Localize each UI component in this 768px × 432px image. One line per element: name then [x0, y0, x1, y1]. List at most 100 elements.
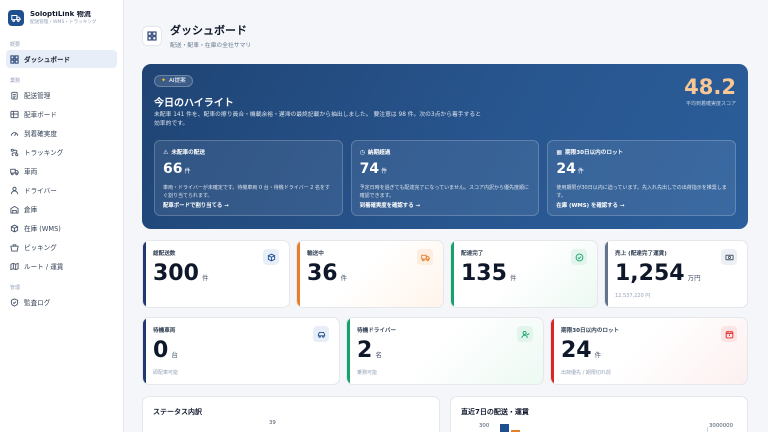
card-unit: 件	[577, 168, 584, 175]
stat-unit: 件	[201, 274, 209, 282]
y-axis-tick-left: 300	[479, 423, 490, 429]
stat-unit: 件	[594, 351, 602, 359]
sidebar-item-delivery[interactable]: 配送管理	[6, 86, 117, 104]
stat-footnote: 12,537,220 円	[615, 293, 651, 299]
assign-on-board-link[interactable]: 配車ボードで割り当てる →	[163, 201, 229, 209]
stat-value: 36	[307, 261, 338, 286]
card-description: 車両・ドライバーが未確定です。待機車両 0 台・待機ドライバー 2 名をすぐ割り…	[163, 185, 331, 199]
sidebar-item-dispatch-board[interactable]: 配車ボード	[6, 105, 117, 123]
calendar-icon: ▦	[556, 148, 563, 156]
truck-icon	[10, 167, 19, 176]
nav-section-admin: 管理	[10, 285, 21, 291]
sidebar-item-tracking[interactable]: トラッキング	[6, 143, 117, 161]
stat-total-deliveries[interactable]: 総配送数 300 件	[142, 240, 290, 308]
sidebar-item-label: トラッキング	[24, 149, 64, 157]
box-icon	[10, 224, 19, 233]
sidebar-item-dashboard[interactable]: ダッシュボード	[6, 50, 117, 68]
sidebar-item-drivers[interactable]: ドライバー	[6, 181, 117, 199]
check-circle-icon	[571, 249, 587, 265]
ai-suggestion-badge: ✦ AI提案	[154, 75, 193, 87]
score-label: 平均到着確実度スコア	[685, 101, 736, 107]
card-description: 使用期限が30日以内に迫っています。先入れ先出しでの出荷指示を推奨します。	[556, 185, 727, 199]
stat-unit: 件	[340, 274, 348, 282]
calendar-alert-icon	[721, 326, 737, 342]
stat-in-transit[interactable]: 輸送中 36 件	[296, 240, 444, 308]
sidebar: SoloptiLink 物流 配送管理・WMS・トラッキング 概要 ダッシュボー…	[0, 0, 124, 432]
panel-title: 直近7日の配送・運賃	[461, 408, 529, 416]
warehouse-icon	[10, 205, 19, 214]
stat-unit: 件	[509, 274, 517, 282]
status-breakdown-panel: ステータス内訳 39	[142, 396, 440, 432]
page-title: ダッシュボード	[170, 24, 247, 37]
card-value: 66	[163, 161, 183, 177]
stat-delivered[interactable]: 配達完了 135 件	[450, 240, 598, 308]
stat-label: 待機ドライバー	[357, 328, 397, 334]
highlight-card-unassigned: ⚠ 未配車の配送 66 件 車両・ドライバーが未確定です。待機車両 0 台・待機ドラ…	[154, 140, 343, 216]
sidebar-item-label: ダッシュボード	[24, 56, 71, 64]
bar-deliveries	[500, 424, 509, 432]
y-axis-right	[707, 427, 708, 432]
stat-value: 2	[357, 338, 373, 363]
cash-icon	[721, 249, 737, 265]
check-inventory-link[interactable]: 在庫 (WMS) を確認する →	[556, 201, 624, 209]
stat-value: 300	[153, 261, 199, 286]
stat-label: 売上 (配達完了運賃)	[615, 251, 667, 257]
brand[interactable]: SoloptiLink 物流 配送管理・WMS・トラッキング	[0, 0, 123, 36]
sidebar-item-label: ルート / 運賃	[24, 263, 64, 271]
sidebar-item-label: 車両	[24, 168, 38, 176]
stat-revenue[interactable]: 売上 (配達完了運賃) 1,254 万円 12,537,220 円	[604, 240, 748, 308]
stat-idle-vehicles[interactable]: 待機車両 0台 即配車可能	[142, 317, 340, 385]
stat-label: 総配送数	[153, 251, 176, 257]
stat-label: 輸送中	[307, 251, 324, 257]
sidebar-item-routes[interactable]: ルート / 運賃	[6, 257, 117, 275]
gauge-icon	[10, 129, 19, 138]
sidebar-item-label: 在庫 (WMS)	[24, 225, 61, 233]
board-icon	[10, 110, 19, 119]
stat-value: 24	[561, 338, 592, 363]
card-value: 74	[359, 161, 380, 177]
highlight-card-expiring-lots: ▦ 期限30日以内のロット 24 件 使用期限が30日以内に迫っています。先入れ先出…	[547, 140, 737, 216]
brand-subtitle: 配送管理・WMS・トラッキング	[30, 19, 97, 25]
clock-icon: ◷	[359, 148, 365, 156]
card-unit: 件	[184, 168, 191, 175]
sidebar-item-label: ドライバー	[24, 187, 57, 195]
stat-idle-drivers[interactable]: 待機ドライバー 2名 乗務可能	[346, 317, 544, 385]
y-axis-tick-right: 3000000	[709, 423, 734, 429]
picking-icon	[10, 243, 19, 252]
stat-label: 待機車両	[153, 328, 176, 334]
sparkle-icon: ✦	[161, 77, 167, 84]
chart-tick: 39	[269, 420, 276, 426]
stat-footnote: 出荷優先 / 期限切れ前	[561, 370, 611, 376]
highlight-card-overdue: ◷ 納期超過 74 件 予定日時を過ぎても配達完了になっていません。スコア内訳から優…	[350, 140, 540, 216]
stat-footnote: 乗務可能	[357, 370, 378, 376]
card-value: 24	[556, 161, 576, 177]
car-icon	[313, 326, 329, 342]
sidebar-item-label: 配車ボード	[24, 111, 57, 119]
card-unit: 件	[381, 168, 388, 175]
stat-expiring-lots[interactable]: 期限30日以内のロット 24 件 出荷優先 / 期限切れ前	[550, 317, 748, 385]
warning-icon: ⚠	[163, 148, 169, 156]
highlight-title: 今日のハイライト	[154, 98, 234, 109]
stat-value: 0	[153, 338, 169, 363]
card-title: 納期超過	[367, 150, 391, 156]
stat-unit: 台	[171, 351, 178, 359]
sidebar-item-inventory[interactable]: 在庫 (WMS)	[6, 219, 117, 237]
sidebar-item-label: 監査ログ	[24, 299, 51, 307]
sidebar-item-label: ピッキング	[24, 244, 57, 252]
stat-value: 135	[461, 261, 507, 286]
panel-title: ステータス内訳	[153, 408, 202, 416]
sidebar-item-label: 倉庫	[24, 206, 38, 214]
stat-label: 期限30日以内のロット	[561, 328, 620, 334]
sidebar-item-picking[interactable]: ピッキング	[6, 238, 117, 256]
check-certainty-link[interactable]: 到着確実度を確認する →	[360, 201, 420, 209]
stat-unit: 名	[375, 351, 382, 359]
sidebar-item-audit-log[interactable]: 監査ログ	[6, 293, 117, 311]
brand-name: SoloptiLink 物流	[30, 11, 91, 19]
sidebar-item-arrival-certainty[interactable]: 到着確実度	[6, 124, 117, 142]
card-description: 予定日時を過ぎても配達完了になっていません。スコア内訳から優先度順に確認できます…	[359, 185, 530, 199]
route-icon	[10, 148, 19, 157]
truck-icon	[417, 249, 433, 265]
sidebar-item-warehouse[interactable]: 倉庫	[6, 200, 117, 218]
sidebar-item-vehicles[interactable]: 車両	[6, 162, 117, 180]
score-value: 48.2	[684, 75, 736, 99]
